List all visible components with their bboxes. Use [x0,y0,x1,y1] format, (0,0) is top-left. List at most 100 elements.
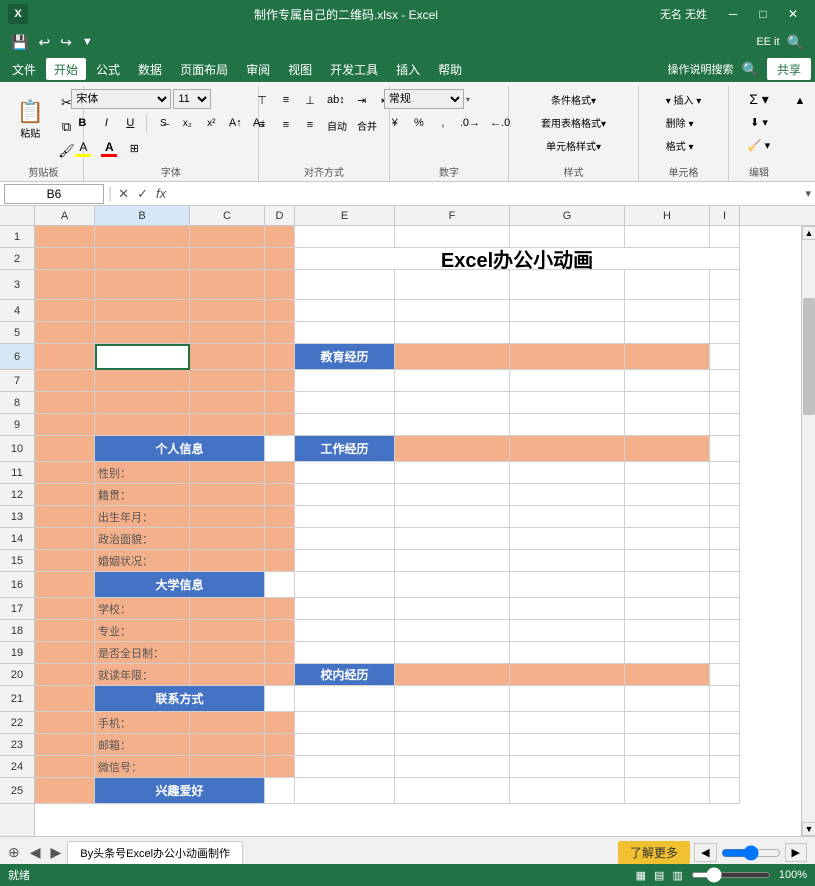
cell-A18[interactable] [35,620,95,642]
cell-H20[interactable] [625,664,710,686]
row-23[interactable]: 23 [0,734,34,756]
cell-I8[interactable] [710,392,740,414]
row-21[interactable]: 21 [0,686,34,712]
cell-E23[interactable] [295,734,395,756]
cell-H24[interactable] [625,756,710,778]
cell-A24[interactable] [35,756,95,778]
cell-F25[interactable] [395,778,510,804]
cell-B7[interactable] [95,370,190,392]
row-17[interactable]: 17 [0,598,34,620]
cell-H14[interactable] [625,528,710,550]
cell-A16[interactable] [35,572,95,598]
cell-I25[interactable] [710,778,740,804]
cell-D5[interactable] [265,322,295,344]
cell-C7[interactable] [190,370,265,392]
cell-F5[interactable] [395,322,510,344]
cell-E3[interactable] [295,270,395,300]
cell-I3[interactable] [710,270,740,300]
row-20[interactable]: 20 [0,664,34,686]
number-format-select[interactable]: 常规 [384,89,464,109]
col-header-H[interactable]: H [625,206,710,225]
menu-layout[interactable]: 页面布局 [172,58,236,80]
cell-G12[interactable] [510,484,625,506]
cell-D3[interactable] [265,270,295,300]
maximize-btn[interactable]: □ [749,4,777,24]
h-scroll-right-btn[interactable]: ▶ [785,843,807,862]
row-25[interactable]: 25 [0,778,34,804]
cell-E6-education[interactable]: 教育经历 [295,344,395,370]
row-16[interactable]: 16 [0,572,34,598]
vertical-scrollbar[interactable]: ▲ ▼ [801,226,815,836]
font-size-select[interactable]: 11 [173,89,211,109]
cell-G3[interactable] [510,270,625,300]
cell-G18[interactable] [510,620,625,642]
cell-ref-input[interactable]: B6 [4,184,104,204]
view-page-break-btn[interactable]: ▥ [672,869,682,882]
col-header-B[interactable]: B [95,206,190,225]
underline-btn[interactable]: U [119,112,141,134]
redo-btn[interactable]: ↪ [57,31,75,53]
cell-F12[interactable] [395,484,510,506]
row-10[interactable]: 10 [0,436,34,462]
qa-search[interactable]: 🔍 [784,31,807,53]
cell-B18-major[interactable]: 专业： [95,620,190,642]
cell-H22[interactable] [625,712,710,734]
cell-C15[interactable] [190,550,265,572]
cell-E22[interactable] [295,712,395,734]
cell-B17-school[interactable]: 学校： [95,598,190,620]
menu-view[interactable]: 视图 [280,58,320,80]
cell-style-btn[interactable]: 单元格样式▾ [537,134,610,156]
menu-help[interactable]: 帮助 [430,58,470,80]
cell-C22[interactable] [190,712,265,734]
cell-G10[interactable] [510,436,625,462]
fill-btn[interactable]: ⬇ ▾ [744,111,774,133]
cell-I16[interactable] [710,572,740,598]
cell-I1[interactable] [710,226,740,248]
cell-H10[interactable] [625,436,710,462]
cell-G20[interactable] [510,664,625,686]
cell-E21[interactable] [295,686,395,712]
menu-developer[interactable]: 开发工具 [322,58,386,80]
row-13[interactable]: 13 [0,506,34,528]
cell-F13[interactable] [395,506,510,528]
cell-D23[interactable] [265,734,295,756]
cell-A13[interactable] [35,506,95,528]
cell-B24-wechat[interactable]: 微信号： [95,756,190,778]
cell-H4[interactable] [625,300,710,322]
cell-C8[interactable] [190,392,265,414]
cell-H25[interactable] [625,778,710,804]
cell-C18[interactable] [190,620,265,642]
cell-G21[interactable] [510,686,625,712]
cell-H3[interactable] [625,270,710,300]
cell-G5[interactable] [510,322,625,344]
cell-H19[interactable] [625,642,710,664]
cell-H5[interactable] [625,322,710,344]
menu-data[interactable]: 数据 [130,58,170,80]
cell-I23[interactable] [710,734,740,756]
cell-C19[interactable] [190,642,265,664]
cell-E1[interactable] [295,226,395,248]
text-orient-btn[interactable]: ab↕ [323,89,349,111]
row-14[interactable]: 14 [0,528,34,550]
cell-G14[interactable] [510,528,625,550]
cell-I12[interactable] [710,484,740,506]
formula-input[interactable] [172,184,801,204]
cell-A25[interactable] [35,778,95,804]
decimal-increase-btn[interactable]: .0→ [456,112,484,134]
cell-B19-fulltime[interactable]: 是否全日制： [95,642,190,664]
increase-font-btn[interactable]: A↑ [224,112,246,134]
italic-btn[interactable]: I [95,112,117,134]
cell-D22[interactable] [265,712,295,734]
cell-A14[interactable] [35,528,95,550]
row-7[interactable]: 7 [0,370,34,392]
percent-btn[interactable]: % [408,112,430,134]
cell-G9[interactable] [510,414,625,436]
cell-A15[interactable] [35,550,95,572]
cell-D20[interactable] [265,664,295,686]
cell-F9[interactable] [395,414,510,436]
cell-H21[interactable] [625,686,710,712]
cell-A20[interactable] [35,664,95,686]
cell-B1[interactable] [95,226,190,248]
col-header-E[interactable]: E [295,206,395,225]
cell-I6[interactable] [710,344,740,370]
